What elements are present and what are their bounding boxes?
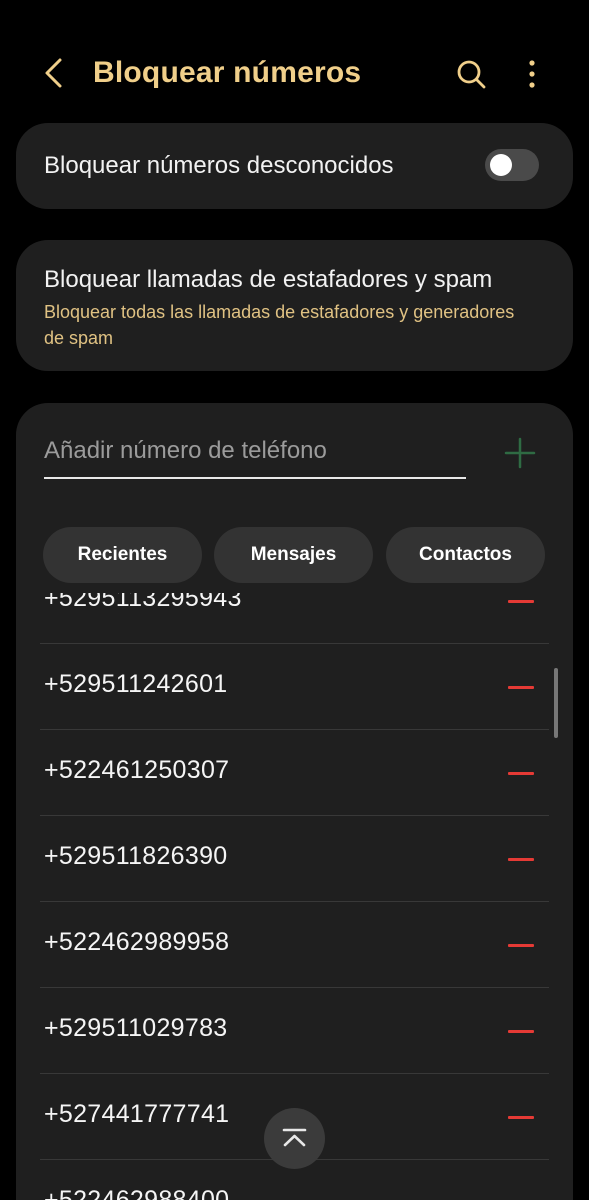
block-spam-subtitle: Bloquear todas las llamadas de estafador… [44, 302, 515, 348]
search-button[interactable] [452, 55, 492, 95]
blocked-number: +529511242601 [44, 670, 228, 698]
remove-number-button[interactable] [506, 930, 536, 960]
page-title: Bloquear números [93, 56, 362, 89]
blocked-numbers-card: Recientes Mensajes Contactos +5295113295… [16, 403, 573, 1200]
remove-number-button[interactable] [506, 1016, 536, 1046]
blocked-number: +522461250307 [44, 756, 230, 784]
chip-contactos[interactable]: Contactos [386, 527, 545, 583]
block-spam-title: Bloquear llamadas de estafadores y spam [44, 266, 493, 293]
chip-recientes[interactable]: Recientes [43, 527, 202, 583]
blocked-number-row: +529511826390 [40, 816, 549, 902]
screen: Bloquear números Bloquear números descon… [0, 0, 589, 1200]
blocked-number: +529511029783 [44, 1014, 228, 1042]
search-icon [457, 60, 486, 89]
blocked-number: +527441777741 [44, 1100, 230, 1128]
scrollbar[interactable] [554, 668, 558, 738]
blocked-number: +529511826390 [44, 842, 228, 870]
blocked-number-row: +522461250307 [40, 730, 549, 816]
block-unknown-toggle[interactable] [485, 149, 539, 181]
more-options-button[interactable] [514, 55, 550, 95]
block-unknown-label: Bloquear números desconocidos [44, 152, 394, 179]
plus-icon [504, 437, 536, 469]
blocked-number-row: +529511029783 [40, 988, 549, 1074]
add-number-button[interactable] [502, 435, 538, 471]
blocked-number: +522462988400 [44, 1186, 230, 1200]
remove-number-button[interactable] [506, 844, 536, 874]
toggle-knob [490, 154, 512, 176]
remove-number-button[interactable] [506, 1188, 536, 1200]
remove-number-button[interactable] [506, 593, 536, 616]
remove-number-button[interactable] [506, 672, 536, 702]
scroll-to-top-button[interactable] [264, 1108, 325, 1169]
block-unknown-card[interactable]: Bloquear números desconocidos [16, 123, 573, 209]
more-vertical-icon [529, 60, 535, 88]
remove-number-button[interactable] [506, 1102, 536, 1132]
remove-number-button[interactable] [506, 758, 536, 788]
blocked-number: +522462989958 [44, 928, 230, 956]
blocked-number-row: +522462989958 [40, 902, 549, 988]
chevron-up-icon [282, 1128, 307, 1147]
blocked-number-row: +5295113295943 [40, 593, 549, 644]
chip-mensajes[interactable]: Mensajes [214, 527, 373, 583]
chevron-left-icon [45, 58, 62, 88]
add-number-input[interactable] [44, 433, 466, 479]
back-button[interactable] [36, 54, 76, 94]
block-spam-card[interactable]: Bloquear llamadas de estafadores y spam … [16, 240, 573, 371]
blocked-number-row: +529511242601 [40, 644, 549, 730]
blocked-number: +5295113295943 [44, 593, 242, 612]
